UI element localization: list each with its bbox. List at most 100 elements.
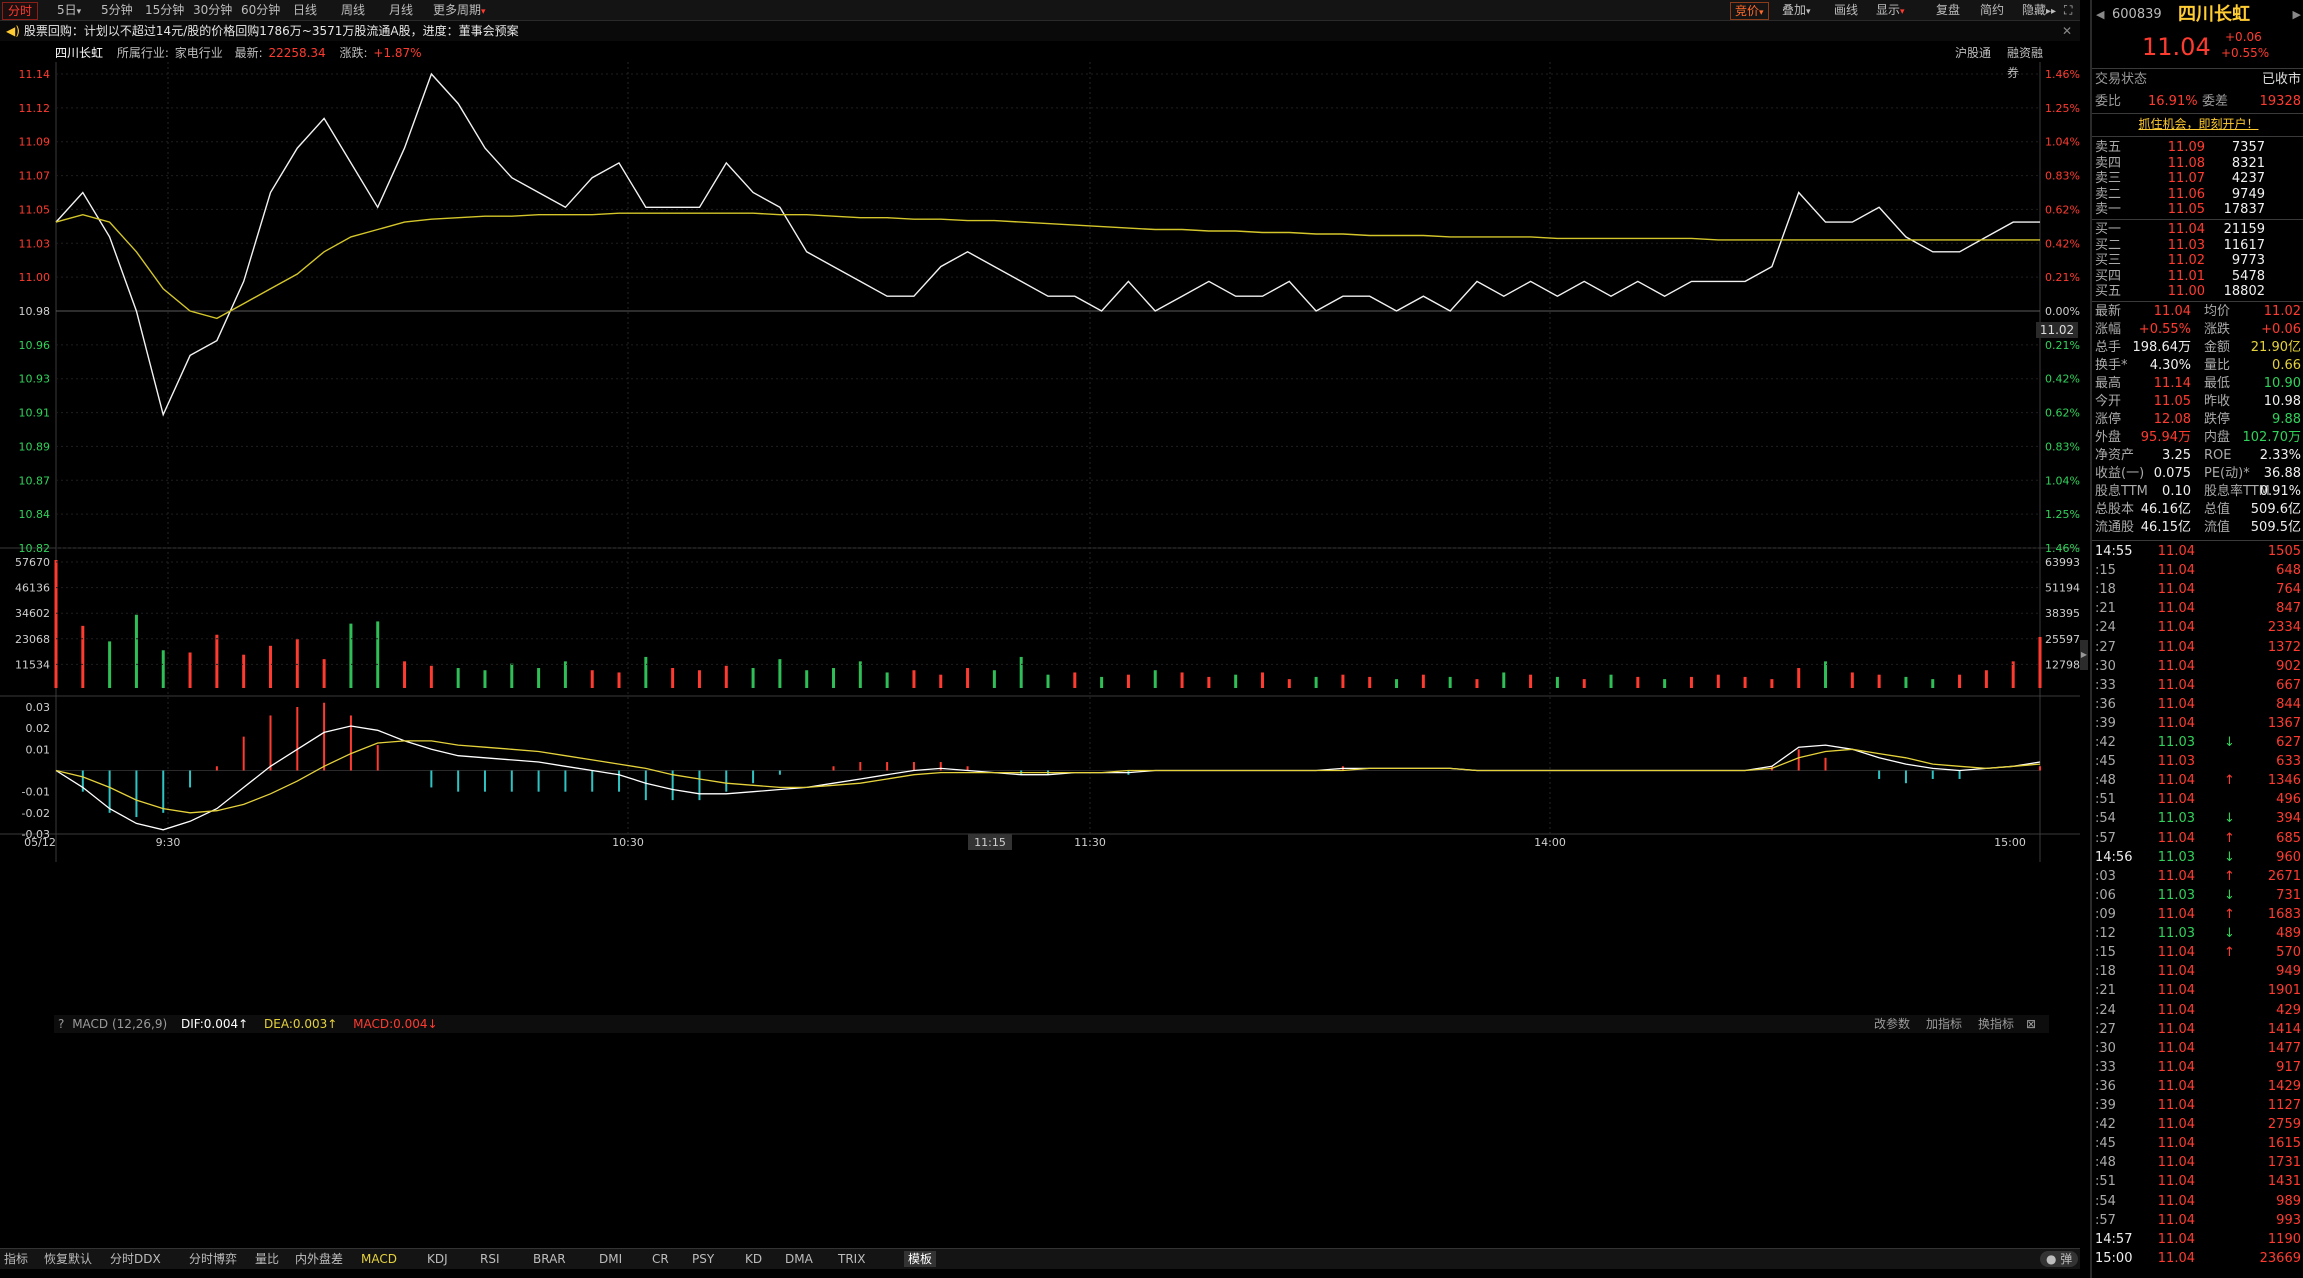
chevron-right-icon[interactable]: ▶ bbox=[2293, 4, 2301, 26]
notice-text[interactable]: 股票回购：计划以不超过14元/股的价格回购1786万~3571万股流通A股，进度… bbox=[24, 24, 519, 38]
tick-row[interactable]: :42 11.03 ↓ 627 bbox=[2092, 735, 2303, 751]
tab-more-periods[interactable]: 更多周期▾ bbox=[428, 2, 491, 18]
tab-15min[interactable]: 15分钟 bbox=[140, 2, 189, 18]
tick-row[interactable]: :57 11.04 993 bbox=[2092, 1213, 2303, 1229]
tick-row[interactable]: :21 11.04 847 bbox=[2092, 601, 2303, 617]
tick-row[interactable]: :30 11.04 902 bbox=[2092, 659, 2303, 675]
tick-row[interactable]: :09 11.04 ↑ 1683 bbox=[2092, 907, 2303, 923]
tick-row[interactable]: :39 11.04 1127 bbox=[2092, 1098, 2303, 1114]
indicator-tab[interactable]: CR bbox=[652, 1251, 669, 1267]
macd-params-label[interactable]: MACD (12,26,9) bbox=[72, 1017, 167, 1031]
quote-stat-row[interactable]: 涨幅 +0.55% 涨跌 +0.06 bbox=[2092, 322, 2303, 338]
quote-stat-row[interactable]: 净资产 3.25 ROE 2.33% bbox=[2092, 448, 2303, 464]
tick-row[interactable]: :21 11.04 1901 bbox=[2092, 983, 2303, 999]
add-indicator-button[interactable]: 加指标 bbox=[1926, 1015, 1962, 1033]
order-book-bid-row[interactable]: 买五 11.00 18802 bbox=[2092, 284, 2303, 300]
tick-row[interactable]: :15 11.04 ↑ 570 bbox=[2092, 945, 2303, 961]
chevron-left-icon[interactable]: ◀ bbox=[2096, 4, 2104, 26]
indicator-tab[interactable]: 分时DDX bbox=[110, 1251, 161, 1267]
tick-row[interactable]: :03 11.04 ↑ 2671 bbox=[2092, 869, 2303, 885]
indicator-tab[interactable]: 分时博弈 bbox=[189, 1251, 237, 1267]
tick-row[interactable]: 14:55 11.04 1505 bbox=[2092, 544, 2303, 560]
order-book-bid-row[interactable]: 买一 11.04 21159 bbox=[2092, 222, 2303, 238]
open-account-link[interactable]: 抓住机会，即刻开户！ bbox=[2138, 117, 2258, 131]
indicator-tab[interactable]: 模板 bbox=[904, 1251, 937, 1267]
close-icon[interactable]: ⊠ bbox=[2026, 1015, 2036, 1033]
order-book-bid-row[interactable]: 买四 11.01 5478 bbox=[2092, 269, 2303, 285]
indicator-tab[interactable]: 指标 bbox=[4, 1251, 28, 1267]
indicator-tab[interactable]: DMA bbox=[785, 1251, 813, 1267]
order-book-ask-row[interactable]: 卖二 11.06 9749 bbox=[2092, 187, 2303, 203]
indicator-tab[interactable]: TRIX bbox=[838, 1251, 865, 1267]
intraday-chart[interactable]: 11.14 11.12 11.09 11.07 11.05 11.03 11.00 10.98… bbox=[0, 62, 2080, 1248]
industry-value[interactable]: 家电行业 bbox=[175, 46, 223, 60]
quote-stat-row[interactable]: 总股本 46.16亿 总值 509.6亿 bbox=[2092, 502, 2303, 518]
tick-row[interactable]: :45 11.04 1615 bbox=[2092, 1136, 2303, 1152]
indicator-tab[interactable]: PSY bbox=[692, 1251, 714, 1267]
tab-5min[interactable]: 5分钟 bbox=[96, 2, 138, 18]
tick-row[interactable]: :24 11.04 429 bbox=[2092, 1003, 2303, 1019]
tick-row[interactable]: :33 11.04 667 bbox=[2092, 678, 2303, 694]
tick-row[interactable]: :54 11.04 989 bbox=[2092, 1194, 2303, 1210]
tab-5day[interactable]: 5日▾ bbox=[52, 2, 86, 18]
collapse-handle-icon[interactable]: ▶ bbox=[2080, 640, 2088, 670]
tick-row[interactable]: :48 11.04 1731 bbox=[2092, 1155, 2303, 1171]
tick-row[interactable]: :51 11.04 1431 bbox=[2092, 1174, 2303, 1190]
tick-row[interactable]: :15 11.04 648 bbox=[2092, 563, 2303, 579]
tick-row[interactable]: :33 11.04 917 bbox=[2092, 1060, 2303, 1076]
replay-button[interactable]: 复盘 bbox=[1932, 2, 1964, 18]
tick-row[interactable]: :36 11.04 844 bbox=[2092, 697, 2303, 713]
tick-row[interactable]: :48 11.04 ↑ 1346 bbox=[2092, 773, 2303, 789]
tick-row[interactable]: :30 11.04 1477 bbox=[2092, 1041, 2303, 1057]
indicator-tab[interactable]: 恢复默认 bbox=[44, 1251, 92, 1267]
tab-daily[interactable]: 日线 bbox=[288, 2, 322, 18]
indicator-tab[interactable]: 内外盘差 bbox=[295, 1251, 343, 1267]
tick-row[interactable]: 14:57 11.04 1190 bbox=[2092, 1232, 2303, 1248]
quote-stat-row[interactable]: 今开 11.05 昨收 10.98 bbox=[2092, 394, 2303, 410]
tab-intraday[interactable]: 分时 bbox=[2, 2, 39, 20]
display-button[interactable]: 显示▾ bbox=[1872, 2, 1909, 18]
tick-row[interactable]: :06 11.03 ↓ 731 bbox=[2092, 888, 2303, 904]
indicator-tab[interactable]: KD bbox=[745, 1251, 762, 1267]
draw-line-button[interactable]: 画线 bbox=[1830, 2, 1862, 18]
quote-stat-row[interactable]: 股息TTM 0.10 股息率TTM 0.91% bbox=[2092, 484, 2303, 500]
tick-row[interactable]: :54 11.03 ↓ 394 bbox=[2092, 811, 2303, 827]
order-book-ask-row[interactable]: 卖三 11.07 4237 bbox=[2092, 171, 2303, 187]
order-book-bid-row[interactable]: 买三 11.02 9773 bbox=[2092, 253, 2303, 269]
tick-row[interactable]: :42 11.04 2759 bbox=[2092, 1117, 2303, 1133]
order-book-ask-row[interactable]: 卖四 11.08 8321 bbox=[2092, 156, 2303, 172]
indicator-tab[interactable]: KDJ bbox=[427, 1251, 448, 1267]
tick-row[interactable]: 15:00 11.04 23669 bbox=[2092, 1251, 2303, 1267]
tab-weekly[interactable]: 周线 bbox=[336, 2, 370, 18]
indicator-tab[interactable]: RSI bbox=[480, 1251, 500, 1267]
indicator-tab[interactable]: MACD bbox=[361, 1251, 397, 1267]
overlay-button[interactable]: 叠加▾ bbox=[1778, 2, 1815, 18]
indicator-tab[interactable]: 量比 bbox=[255, 1251, 279, 1267]
auction-button[interactable]: 竞价▾ bbox=[1730, 2, 1769, 20]
hide-button[interactable]: 隐藏▸▸ bbox=[2018, 2, 2060, 18]
close-icon[interactable]: ✕ bbox=[2062, 21, 2072, 41]
tab-30min[interactable]: 30分钟 bbox=[188, 2, 237, 18]
tick-row[interactable]: :39 11.04 1367 bbox=[2092, 716, 2303, 732]
tick-row[interactable]: :36 11.04 1429 bbox=[2092, 1079, 2303, 1095]
tick-row[interactable]: :57 11.04 ↑ 685 bbox=[2092, 831, 2303, 847]
popup-toggle[interactable]: ● 弹 bbox=[2040, 1251, 2079, 1267]
fullscreen-icon[interactable]: ⛶ bbox=[2060, 2, 2076, 18]
order-book-ask-row[interactable]: 卖一 11.05 17837 bbox=[2092, 202, 2303, 218]
indicator-tab[interactable]: DMI bbox=[599, 1251, 622, 1267]
order-book-ask-row[interactable]: 卖五 11.09 7357 bbox=[2092, 140, 2303, 156]
order-book-bid-row[interactable]: 买二 11.03 11617 bbox=[2092, 238, 2303, 254]
edit-params-button[interactable]: 改参数 bbox=[1874, 1015, 1910, 1033]
quote-stat-row[interactable]: 外盘 95.94万 内盘 102.70万 bbox=[2092, 430, 2303, 446]
tick-row[interactable]: :12 11.03 ↓ 489 bbox=[2092, 926, 2303, 942]
quote-stat-row[interactable]: 涨停 12.08 跌停 9.88 bbox=[2092, 412, 2303, 428]
tick-row[interactable]: :18 11.04 949 bbox=[2092, 964, 2303, 980]
quote-stat-row[interactable]: 收益(一) 0.075 PE(动)* 36.88 bbox=[2092, 466, 2303, 482]
tab-60min[interactable]: 60分钟 bbox=[236, 2, 285, 18]
quote-stat-row[interactable]: 最高 11.14 最低 10.90 bbox=[2092, 376, 2303, 392]
tick-row[interactable]: :27 11.04 1372 bbox=[2092, 640, 2303, 656]
tab-monthly[interactable]: 月线 bbox=[384, 2, 418, 18]
indicator-tab[interactable]: BRAR bbox=[533, 1251, 566, 1267]
tick-row[interactable]: :18 11.04 764 bbox=[2092, 582, 2303, 598]
tick-row[interactable]: :45 11.03 633 bbox=[2092, 754, 2303, 770]
